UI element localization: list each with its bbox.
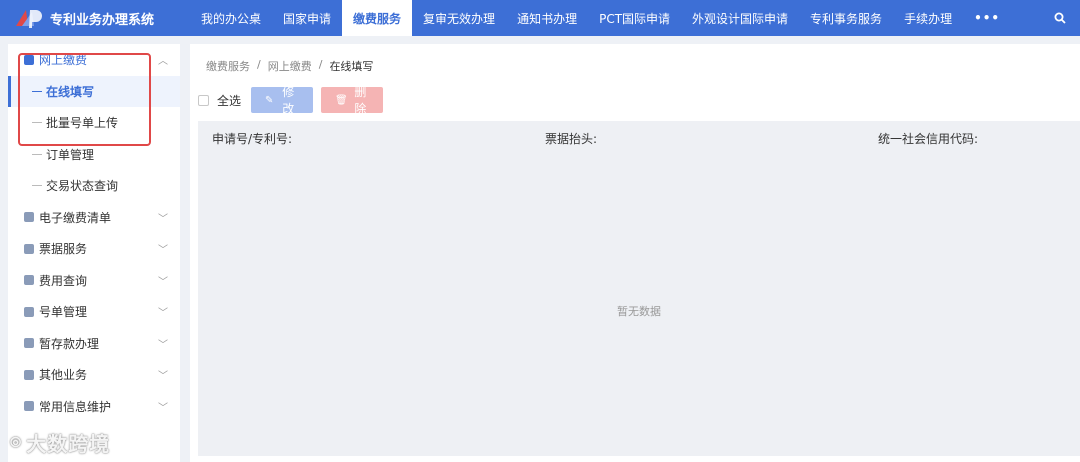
top-navbar: 专利业务办理系统 我的办公桌 国家申请 缴费服务 复审无效办理 通知书办理 PCT国际申请… — [0, 0, 1080, 36]
nav-item[interactable]: 专利事务服务 — [799, 0, 893, 36]
nav-item[interactable]: 复审无效办理 — [412, 0, 506, 36]
tree-line-icon — [32, 185, 42, 187]
doc-icon — [24, 306, 34, 317]
user-icon — [24, 369, 34, 380]
sidebar: 网上缴费 ︿ 在线填写 批量号单上传 订单管理 交易状态查询 电子缴费清单 ﹀ 票据服务 ﹀ 费用查… — [8, 44, 180, 462]
deposit-icon — [24, 338, 34, 349]
tree-line-icon — [32, 122, 42, 124]
sidebar-subitem-label: 订单管理 — [46, 147, 95, 162]
sidebar-group-label: 电子缴费清单 — [39, 210, 112, 225]
edit-icon: ✎ — [265, 94, 274, 106]
sidebar-subitem-label: 在线填写 — [46, 84, 95, 99]
receipt-icon — [24, 243, 34, 254]
sidebar-subitem[interactable]: 交易状态查询 — [8, 170, 180, 202]
select-all-label[interactable]: 全选 — [217, 92, 241, 109]
tree-line-icon — [32, 90, 42, 92]
column-header-application-number: 申请号/专利号: — [212, 132, 293, 146]
trash-icon: 🗑 — [335, 94, 348, 106]
breadcrumb-separator: / — [257, 58, 261, 71]
sidebar-subitem[interactable]: 订单管理 — [8, 139, 180, 171]
nav-item[interactable]: 我的办公桌 — [190, 0, 272, 36]
chevron-down-icon: ﹀ — [158, 276, 168, 288]
sidebar-menu: 网上缴费 ︿ 在线填写 批量号单上传 订单管理 交易状态查询 电子缴费清单 ﹀ 票据服务 ﹀ 费用查… — [8, 44, 180, 422]
watermark-text: 大数跨境 — [26, 432, 111, 456]
watermark: ⦾ 大数跨境 — [10, 428, 110, 457]
nav-item[interactable]: 手续办理 — [893, 0, 963, 36]
chevron-down-icon: ﹀ — [158, 245, 168, 257]
delete-button[interactable]: 🗑 删除 — [321, 85, 384, 116]
delete-button-label: 删除 — [354, 85, 367, 116]
sidebar-group[interactable]: 常用信息维护 ﹀ — [8, 391, 180, 423]
sidebar-subitem[interactable]: 在线填写 — [8, 75, 180, 107]
app-logo-icon — [16, 10, 42, 28]
sidebar-group[interactable]: 票据服务 ﹀ — [8, 233, 180, 265]
data-table: 申请号/专利号: 票据抬头: 统一社会信用代码: 暂无数据 — [198, 121, 1080, 456]
chevron-up-icon: ︿ — [158, 56, 168, 68]
sidebar-group[interactable]: 费用查询 ﹀ — [8, 265, 180, 297]
chevron-down-icon: ﹀ — [158, 339, 168, 351]
search-button[interactable] — [1040, 0, 1080, 36]
nav-item[interactable]: 国家申请 — [272, 0, 342, 36]
edit-button[interactable]: ✎ 修改 — [251, 85, 314, 116]
sidebar-subitem-label: 批量号单上传 — [46, 116, 119, 131]
app-brand[interactable]: 专利业务办理系统 — [0, 0, 190, 36]
wallet-icon — [24, 54, 34, 65]
edit-button-label: 修改 — [282, 85, 295, 116]
select-all-checkbox[interactable] — [198, 94, 209, 106]
app-title: 专利业务办理系统 — [50, 12, 155, 28]
breadcrumb-item[interactable]: 网上缴费 — [268, 58, 312, 74]
sidebar-group-label: 网上缴费 — [39, 53, 88, 68]
watermark-logo-icon: ⦾ — [10, 434, 23, 451]
info-icon — [24, 401, 34, 412]
sidebar-subitem-label: 交易状态查询 — [46, 179, 119, 194]
list-icon — [24, 212, 34, 223]
nav-more-button[interactable]: ••• — [963, 0, 1011, 36]
fee-icon — [24, 275, 34, 286]
main-content: 缴费服务 / 网上缴费 / 在线填写 全选 ✎ 修改 🗑 删除 申请号/专利号:… — [190, 44, 1080, 462]
sidebar-group-label: 其他业务 — [39, 368, 88, 383]
breadcrumb-item[interactable]: 缴费服务 — [206, 58, 250, 74]
column-header-invoice-title: 票据抬头: — [545, 132, 598, 146]
sidebar-group[interactable]: 暂存款办理 ﹀ — [8, 328, 180, 360]
empty-state-text: 暂无数据 — [617, 305, 661, 318]
main-nav: 我的办公桌 国家申请 缴费服务 复审无效办理 通知书办理 PCT国际申请 外观设计国际申请专… — [190, 0, 1011, 36]
sidebar-subitem[interactable]: 批量号单上传 — [8, 107, 180, 139]
sidebar-group-label: 号单管理 — [39, 305, 88, 320]
sidebar-group-label: 票据服务 — [39, 242, 88, 257]
nav-item[interactable]: 外观设计国际申请 — [681, 0, 799, 36]
toolbar: 全选 ✎ 修改 🗑 删除 — [198, 85, 391, 116]
chevron-down-icon: ﹀ — [158, 213, 168, 225]
sidebar-group[interactable]: 电子缴费清单 ﹀ — [8, 202, 180, 234]
sidebar-group-label: 费用查询 — [39, 273, 88, 288]
sidebar-group-label: 暂存款办理 — [39, 336, 100, 351]
breadcrumb-separator: / — [318, 58, 323, 71]
nav-item[interactable]: PCT国际申请 — [588, 0, 681, 36]
search-icon — [1054, 12, 1066, 24]
sidebar-group-label: 常用信息维护 — [39, 399, 112, 414]
chevron-down-icon: ﹀ — [158, 371, 168, 383]
sidebar-group[interactable]: 其他业务 ﹀ — [8, 359, 180, 391]
column-header-credit-code: 统一社会信用代码: — [878, 132, 979, 146]
breadcrumb: 缴费服务 / 网上缴费 / 在线填写 — [206, 58, 373, 74]
sidebar-group[interactable]: 网上缴费 ︿ — [8, 44, 180, 76]
chevron-down-icon: ﹀ — [158, 308, 168, 320]
breadcrumb-current: 在线填写 — [329, 60, 374, 73]
chevron-down-icon: ﹀ — [158, 402, 168, 414]
sidebar-group[interactable]: 号单管理 ﹀ — [8, 296, 180, 328]
nav-item[interactable]: 缴费服务 — [342, 0, 413, 36]
nav-item[interactable]: 通知书办理 — [506, 0, 588, 36]
tree-line-icon — [32, 153, 42, 155]
